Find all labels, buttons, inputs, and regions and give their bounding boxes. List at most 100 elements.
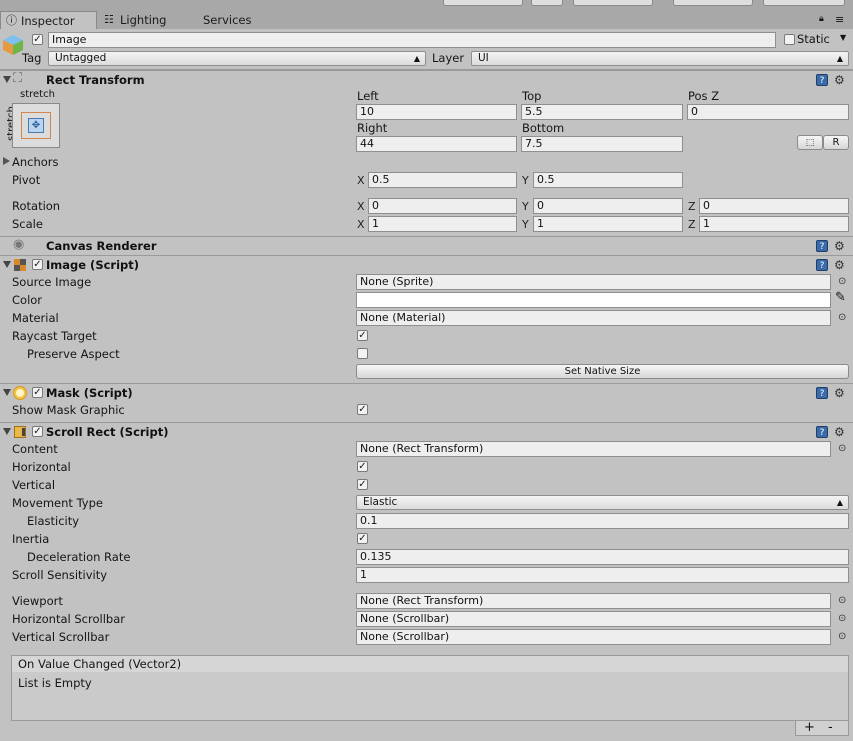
source-image-field[interactable]: None (Sprite) [356, 274, 831, 290]
foldout-arrow[interactable] [3, 389, 11, 396]
axis-z-label: Z [688, 218, 696, 231]
layer-dropdown[interactable]: UI ▲ [471, 51, 849, 66]
blueprint-mode-button[interactable]: ⬚ [797, 135, 823, 150]
right-field[interactable]: 44 [356, 136, 517, 152]
static-dropdown-icon[interactable]: ▼ [840, 33, 846, 42]
gear-icon[interactable]: ⚙ [834, 240, 845, 252]
remove-event-button[interactable]: - [828, 720, 833, 735]
tab-services[interactable]: Services [203, 11, 273, 29]
raw-edit-button[interactable]: R [823, 135, 849, 150]
foldout-arrow[interactable] [3, 261, 11, 268]
rect-transform-header[interactable]: ⛶ Rect Transform ? ⚙ [0, 70, 853, 89]
viewport-field[interactable]: None (Rect Transform) [356, 593, 831, 609]
horizontal-checkbox[interactable]: ✓ [357, 461, 368, 472]
help-icon[interactable]: ? [816, 426, 828, 438]
anchors-foldout-arrow[interactable] [3, 157, 10, 165]
component-enabled-checkbox[interactable]: ✓ [32, 259, 43, 270]
scale-y-field[interactable]: 1 [533, 216, 683, 232]
tab-lighting[interactable]: ☷ Lighting [104, 11, 184, 29]
pivot-x-field[interactable]: 0.5 [368, 172, 517, 188]
left-label: Left [357, 89, 379, 103]
deceleration-rate-field[interactable]: 0.135 [356, 549, 849, 565]
foldout-arrow[interactable] [3, 76, 11, 83]
material-field[interactable]: None (Material) [356, 310, 831, 326]
help-icon[interactable]: ? [816, 74, 828, 86]
menu-icon[interactable]: ≡ [835, 13, 844, 26]
gear-icon[interactable]: ⚙ [834, 387, 845, 399]
active-checkbox[interactable]: ✓ [32, 34, 43, 45]
canvas-renderer-header[interactable]: ◉ Canvas Renderer ? ⚙ [0, 236, 853, 255]
tab-bar: ⓘ Inspector ☷ Lighting Services 🔒︎ ≡ [0, 0, 853, 30]
toolbar-button[interactable] [531, 0, 563, 6]
object-picker-icon[interactable]: ⊙ [838, 276, 846, 287]
anchor-preset-button[interactable]: ✥ [12, 103, 60, 148]
tab-inspector[interactable]: ⓘ Inspector [0, 11, 97, 30]
tab-label: Inspector [21, 14, 75, 28]
object-picker-icon[interactable]: ⊙ [838, 613, 846, 624]
pivot-label: Pivot [12, 173, 41, 187]
component-enabled-checkbox[interactable]: ✓ [32, 426, 43, 437]
foldout-arrow[interactable] [3, 428, 11, 435]
static-checkbox[interactable] [784, 34, 795, 45]
elasticity-field[interactable]: 0.1 [356, 513, 849, 529]
gear-icon[interactable]: ⚙ [834, 259, 845, 271]
material-label: Material [12, 311, 59, 325]
rotation-x-field[interactable]: 0 [368, 198, 517, 214]
content-field[interactable]: None (Rect Transform) [356, 441, 831, 457]
posz-field[interactable]: 0 [687, 104, 849, 120]
component-title: Canvas Renderer [46, 239, 157, 253]
anchors-label[interactable]: Anchors [12, 155, 59, 169]
preserve-aspect-checkbox[interactable] [357, 348, 368, 359]
tag-dropdown[interactable]: Untagged ▲ [48, 51, 426, 66]
vertical-scrollbar-field[interactable]: None (Scrollbar) [356, 629, 831, 645]
toolbar-button[interactable] [763, 0, 845, 6]
scale-x-field[interactable]: 1 [368, 216, 517, 232]
mask-script-header[interactable]: ✓ Mask (Script) ? ⚙ [0, 383, 853, 402]
axis-x-label: X [357, 200, 365, 213]
scroll-sensitivity-field[interactable]: 1 [356, 567, 849, 583]
right-label: Right [357, 121, 388, 135]
inertia-checkbox[interactable]: ✓ [357, 533, 368, 544]
top-field[interactable]: 5.5 [521, 104, 683, 120]
toolbar-button[interactable] [443, 0, 523, 6]
raycast-target-checkbox[interactable]: ✓ [357, 330, 368, 341]
scale-z-field[interactable]: 1 [699, 216, 849, 232]
pivot-y-field[interactable]: 0.5 [533, 172, 683, 188]
gameobject-cube-icon [2, 34, 23, 55]
component-title: Mask (Script) [46, 386, 133, 400]
bottom-field[interactable]: 7.5 [521, 136, 683, 152]
eyedropper-icon[interactable]: ✎ [835, 290, 846, 305]
help-icon[interactable]: ? [816, 240, 828, 252]
rotation-y-field[interactable]: 0 [533, 198, 683, 214]
scroll-rect-component-icon [14, 426, 26, 438]
toolbar-button[interactable] [573, 0, 653, 6]
object-picker-icon[interactable]: ⊙ [838, 595, 846, 606]
mask-icon-inner [16, 389, 24, 397]
show-mask-graphic-checkbox[interactable]: ✓ [357, 404, 368, 415]
gear-icon[interactable]: ⚙ [834, 426, 845, 438]
image-script-header[interactable]: ✓ Image (Script) ? ⚙ [0, 255, 853, 274]
lock-icon[interactable]: 🔒︎ [819, 14, 824, 24]
add-event-button[interactable]: + [804, 720, 815, 735]
vertical-checkbox[interactable]: ✓ [357, 479, 368, 490]
component-enabled-checkbox[interactable]: ✓ [32, 387, 43, 398]
horizontal-scrollbar-field[interactable]: None (Scrollbar) [356, 611, 831, 627]
set-native-size-button[interactable]: Set Native Size [356, 364, 849, 379]
toolbar-button[interactable] [673, 0, 753, 6]
rotation-z-field[interactable]: 0 [699, 198, 849, 214]
help-icon[interactable]: ? [816, 259, 828, 271]
help-icon[interactable]: ? [816, 387, 828, 399]
object-picker-icon[interactable]: ⊙ [838, 443, 846, 454]
gear-icon[interactable]: ⚙ [834, 74, 845, 86]
movement-type-dropdown[interactable]: Elastic ▲ [356, 495, 849, 510]
object-name-field[interactable]: Image [48, 32, 776, 48]
object-picker-icon[interactable]: ⊙ [838, 631, 846, 642]
object-picker-icon[interactable]: ⊙ [838, 312, 846, 323]
scale-label: Scale [12, 217, 43, 231]
left-field[interactable]: 10 [356, 104, 517, 120]
color-field[interactable] [356, 292, 831, 308]
scroll-rect-header[interactable]: ✓ Scroll Rect (Script) ? ⚙ [0, 422, 853, 441]
axis-x-label: X [357, 174, 365, 187]
scroll-rect-icon-bar [22, 428, 25, 436]
anchor-move-icon: ✥ [28, 118, 44, 133]
